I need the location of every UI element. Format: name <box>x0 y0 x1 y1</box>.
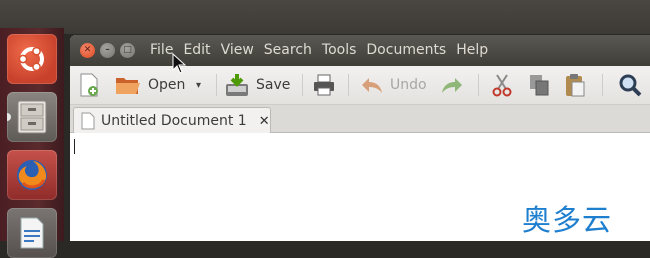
copy-icon <box>530 75 549 96</box>
new-document-button[interactable] <box>78 71 100 99</box>
menu-documents[interactable]: Documents <box>362 35 450 66</box>
menu-bar: File Edit View Search Tools Documents He… <box>146 35 494 66</box>
tab-title: Untitled Document 1 <box>101 113 247 129</box>
toolbar-separator <box>602 74 603 96</box>
toolbar-separator <box>348 74 349 96</box>
undo-icon <box>362 78 382 93</box>
file-cabinet-icon <box>17 100 47 134</box>
search-icon <box>619 74 642 97</box>
document-tab[interactable]: Untitled Document 1 ✕ <box>73 107 271 134</box>
desktop-top-bar <box>0 0 650 34</box>
minimize-icon: – <box>105 45 110 55</box>
folder-open-icon <box>116 78 140 94</box>
find-button[interactable] <box>618 71 642 99</box>
close-icon: ✕ <box>83 45 92 55</box>
open-recent-dropdown[interactable]: ▾ <box>196 71 201 99</box>
launcher-files-button[interactable] <box>7 92 57 142</box>
running-indicator <box>7 113 11 121</box>
redo-button[interactable] <box>440 71 464 99</box>
printer-icon <box>314 74 334 96</box>
toolbar-separator <box>302 74 303 96</box>
open-button[interactable]: Open <box>114 71 185 99</box>
open-label: Open <box>148 77 186 93</box>
main-toolbar: Open ▾ Save Undo <box>70 66 650 105</box>
scissors-icon <box>492 74 512 97</box>
toolbar-separator <box>216 74 217 96</box>
launcher-dash-button[interactable] <box>7 34 57 84</box>
toolbar-separator <box>478 74 479 96</box>
text-document-icon <box>81 112 95 130</box>
menu-search[interactable]: Search <box>260 35 316 66</box>
menu-tools[interactable]: Tools <box>318 35 361 66</box>
save-icon <box>226 74 248 96</box>
window-titlebar[interactable]: ✕ – □ File Edit View Search Tools Docume… <box>70 35 650 66</box>
text-caret <box>74 139 75 154</box>
unity-launcher <box>0 28 64 258</box>
menu-view[interactable]: View <box>217 35 258 66</box>
cut-button[interactable] <box>492 71 512 99</box>
paste-button[interactable] <box>564 71 586 99</box>
save-button[interactable]: Save <box>224 71 290 99</box>
watermark-text: 奥多云 <box>522 203 613 237</box>
ubuntu-logo-icon <box>18 46 44 72</box>
clipboard-paste-icon <box>566 74 585 97</box>
document-tab-strip: Untitled Document 1 ✕ <box>70 105 650 134</box>
launcher-firefox-button[interactable] <box>7 150 57 200</box>
copy-button[interactable] <box>528 71 550 99</box>
save-label: Save <box>256 77 291 93</box>
new-document-icon <box>80 73 98 97</box>
menu-help[interactable]: Help <box>452 35 492 66</box>
firefox-icon <box>17 160 47 190</box>
tab-close-icon[interactable]: ✕ <box>259 114 270 129</box>
document-writer-icon <box>20 217 44 249</box>
redo-icon <box>442 78 462 93</box>
window-minimize-button[interactable]: – <box>100 43 115 58</box>
launcher-writer-button[interactable] <box>7 208 57 258</box>
mouse-pointer-icon <box>172 53 186 74</box>
print-button[interactable] <box>312 71 336 99</box>
undo-label: Undo <box>390 77 427 93</box>
maximize-icon: □ <box>123 45 132 55</box>
undo-button[interactable]: Undo <box>360 71 427 99</box>
dropdown-arrow-icon: ▾ <box>196 79 202 91</box>
window-close-button[interactable]: ✕ <box>80 43 95 58</box>
window-maximize-button[interactable]: □ <box>120 43 135 58</box>
